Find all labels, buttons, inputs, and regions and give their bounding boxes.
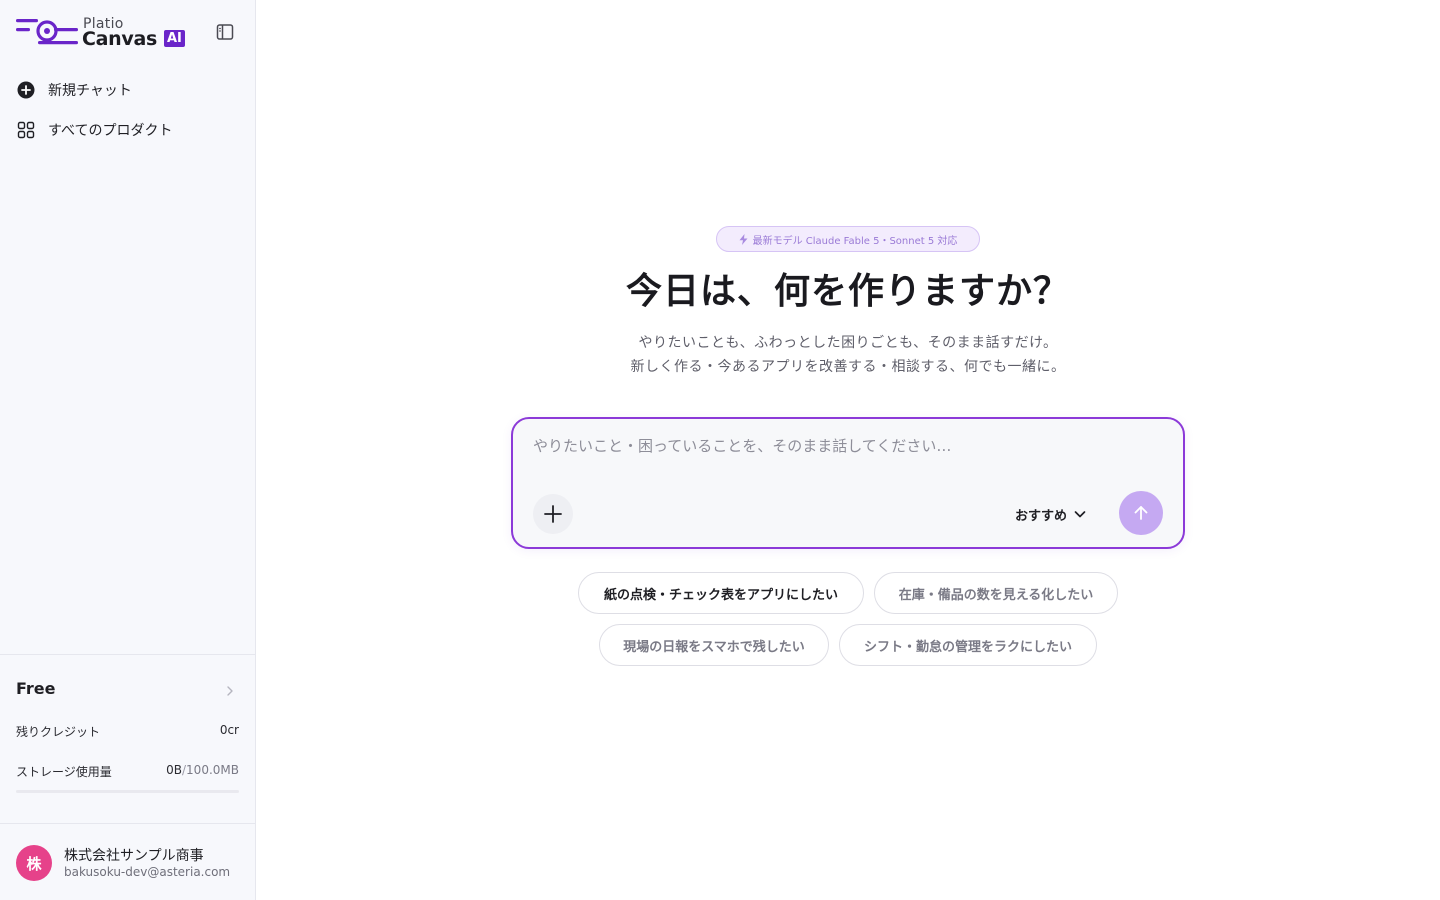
user-name: 株式会社サンプル商事 xyxy=(64,848,204,864)
main-content: 最新モデル Claude Fable 5・Sonnet 5 対応 今日は、何を作… xyxy=(256,0,1440,900)
sidebar: Platio Canvas AI 新規チャット すべてのプロダクト Free 残… xyxy=(0,0,256,900)
suggestion-chip[interactable]: 現場の日報をスマホで残したい xyxy=(599,624,829,666)
model-badge-text: 最新モデル Claude Fable 5・Sonnet 5 対応 xyxy=(752,235,958,247)
attach-button[interactable] xyxy=(533,494,573,534)
user-account[interactable]: 株 株式会社サンプル商事 bakusoku-dev@asteria.com xyxy=(0,823,255,900)
model-select-label: おすすめ xyxy=(1015,508,1068,524)
model-badge: 最新モデル Claude Fable 5・Sonnet 5 対応 xyxy=(716,226,980,252)
logo-mark-icon xyxy=(16,19,78,45)
credit-row: 残りクレジット 0cr xyxy=(16,723,239,740)
credit-label: 残りクレジット xyxy=(16,725,101,739)
grid-icon xyxy=(16,120,36,140)
lightning-icon xyxy=(739,233,748,245)
page-title: 今日は、何を作りますか？ xyxy=(625,271,1070,312)
storage-total: 100.0MB xyxy=(186,763,239,777)
subtitle-line-2: 新しく作る・今あるアプリを改善する・相談する、何でも一緒に。 xyxy=(630,359,1066,375)
suggestion-chip[interactable]: 在庫・備品の数を見える化したい xyxy=(874,572,1118,614)
logo-canvas-text: Canvas xyxy=(82,28,158,50)
sidebar-toggle-icon xyxy=(216,24,234,40)
prompt-input[interactable] xyxy=(533,435,1153,475)
sidebar-toggle-button[interactable] xyxy=(215,22,235,42)
plan-panel: Free 残りクレジット 0cr ストレージ使用量 0B/100.0MB xyxy=(0,654,255,824)
storage-label: ストレージ使用量 xyxy=(16,765,112,779)
storage-row: ストレージ使用量 0B/100.0MB xyxy=(16,763,239,780)
logo-ai-badge: AI xyxy=(164,30,185,47)
suggestion-chip[interactable]: 紙の点検・チェック表をアプリにしたい xyxy=(578,572,864,614)
send-button[interactable] xyxy=(1119,491,1163,535)
storage-value: 0B/100.0MB xyxy=(166,763,239,780)
subtitle-line-1: やりたいことも、ふわっとした困りごとも、そのまま話すだけ。 xyxy=(638,335,1058,351)
avatar: 株 xyxy=(16,845,52,881)
sidebar-item-label: 新規チャット xyxy=(48,83,132,99)
plus-circle-icon xyxy=(16,80,36,100)
chevron-right-icon[interactable] xyxy=(224,682,236,696)
model-select[interactable]: おすすめ xyxy=(1015,504,1087,524)
chat-composer: おすすめ xyxy=(511,417,1185,549)
plan-name: Free xyxy=(16,679,56,698)
suggestion-chip[interactable]: シフト・勤怠の管理をラクにしたい xyxy=(839,624,1097,666)
plus-icon xyxy=(544,505,562,523)
platio-canvas-logo[interactable]: Platio Canvas AI xyxy=(16,15,186,50)
sidebar-item-label: すべてのプロダクト xyxy=(48,123,173,139)
storage-used: 0B xyxy=(166,763,182,777)
credit-value: 0cr xyxy=(219,723,239,737)
chevron-down-icon xyxy=(1074,511,1086,518)
storage-progress-bar xyxy=(16,790,239,793)
sidebar-item-new-chat[interactable]: 新規チャット xyxy=(16,79,132,101)
sidebar-item-all-products[interactable]: すべてのプロダクト xyxy=(16,119,172,141)
user-email: bakusoku-dev@asteria.com xyxy=(64,865,231,879)
arrow-up-icon xyxy=(1134,506,1148,520)
